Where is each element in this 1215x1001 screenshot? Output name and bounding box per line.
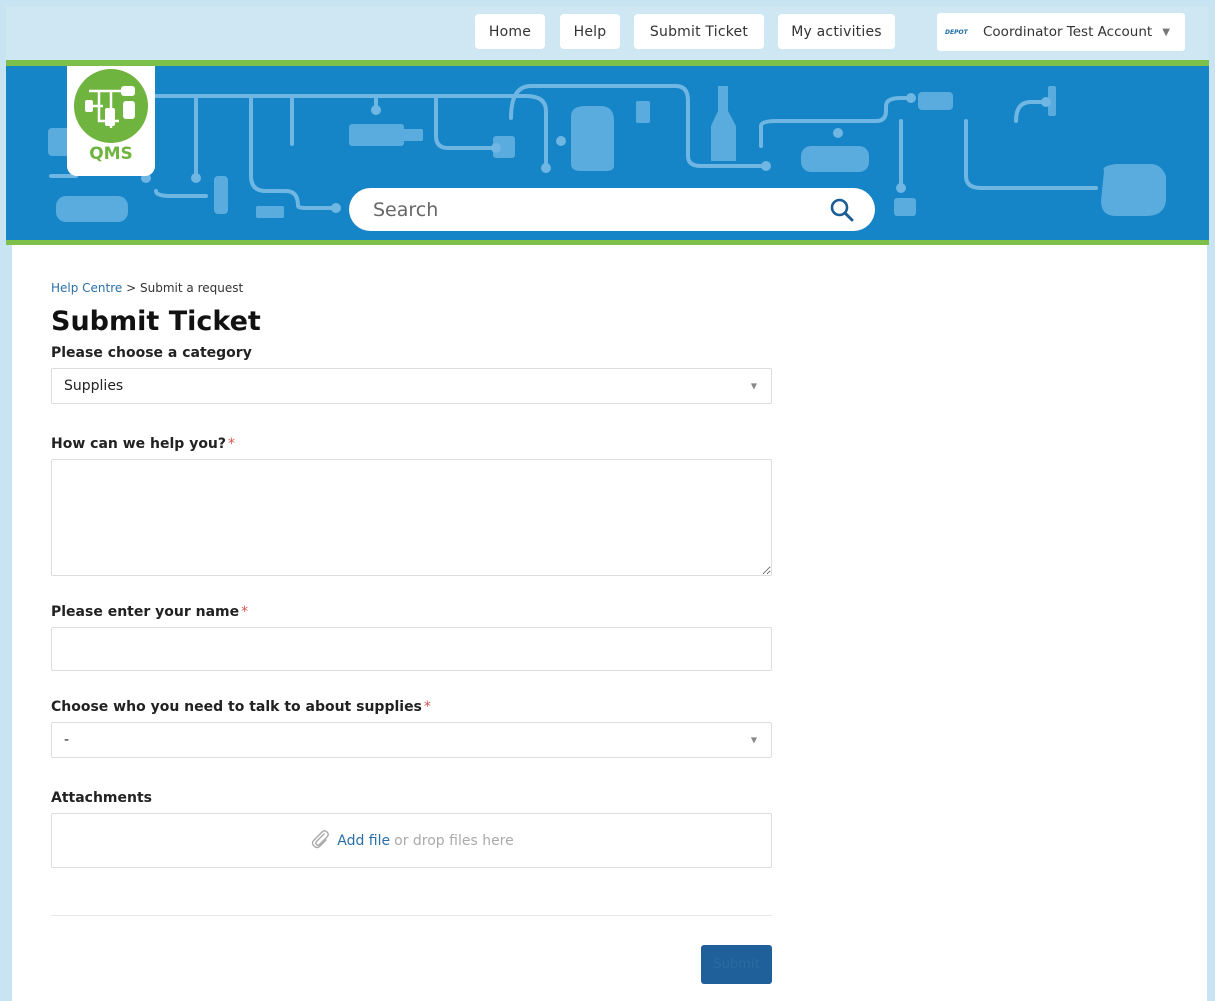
nav-submit-ticket-button[interactable]: Submit Ticket	[634, 14, 764, 49]
search-input[interactable]	[373, 198, 813, 221]
contact-label-text: Choose who you need to talk to about sup…	[51, 699, 422, 715]
drop-files-text: or drop files here	[394, 832, 514, 849]
nav-help-button[interactable]: Help	[560, 14, 620, 49]
nav-my-activities-button[interactable]: My activities	[778, 14, 895, 49]
contact-selected-value: -	[64, 732, 70, 748]
submit-button[interactable]: Submit	[701, 945, 772, 984]
form-divider	[51, 915, 772, 916]
breadcrumb-separator: >	[126, 281, 137, 295]
category-select[interactable]: Supplies ▼	[51, 368, 772, 404]
name-label-text: Please enter your name	[51, 604, 240, 620]
required-marker: *	[228, 436, 236, 452]
required-marker: *	[241, 604, 249, 620]
breadcrumb-current: Submit a request	[140, 281, 244, 295]
contact-label: Choose who you need to talk to about sup…	[51, 699, 431, 715]
top-navigation: Home Help Submit Ticket My activities DE…	[6, 6, 1209, 60]
attachment-dropzone[interactable]: Add file or drop files here	[51, 813, 772, 868]
qms-logo[interactable]: QMS	[67, 66, 155, 176]
chevron-down-icon: ▼	[750, 381, 757, 391]
attachments-label-text: Attachments	[51, 790, 153, 806]
category-label: Please choose a category	[51, 345, 252, 361]
logo-text: QMS	[89, 144, 133, 164]
add-file-link[interactable]: Add file	[337, 833, 390, 849]
account-logo: DEPOT	[945, 28, 968, 36]
search-icon[interactable]	[829, 197, 855, 228]
attachments-label: Attachments	[51, 790, 152, 806]
breadcrumb: Help Centre > Submit a request	[51, 281, 243, 295]
nav-home-button[interactable]: Home	[475, 14, 545, 49]
search-bar	[349, 188, 875, 231]
page-title: Submit Ticket	[51, 306, 261, 337]
account-menu[interactable]: DEPOT Coordinator Test Account ▼	[937, 13, 1185, 51]
account-name: Coordinator Test Account	[983, 24, 1153, 40]
qms-logo-icon	[74, 69, 148, 143]
breadcrumb-help-centre-link[interactable]: Help Centre	[51, 281, 122, 295]
chevron-down-icon: ▼	[750, 735, 757, 745]
description-label-text: How can we help you?	[51, 436, 227, 452]
chevron-down-icon: ▼	[1162, 26, 1170, 38]
description-textarea[interactable]	[51, 459, 772, 576]
name-label: Please enter your name *	[51, 604, 248, 620]
required-marker: *	[423, 699, 431, 715]
description-label: How can we help you? *	[51, 436, 235, 452]
paperclip-icon	[309, 828, 331, 854]
contact-select[interactable]: - ▼	[51, 722, 772, 758]
name-input[interactable]	[51, 627, 772, 671]
category-label-text: Please choose a category	[51, 345, 252, 361]
category-selected-value: Supplies	[64, 378, 124, 394]
main-content: Help Centre > Submit a request Submit Ti…	[12, 245, 1207, 1001]
